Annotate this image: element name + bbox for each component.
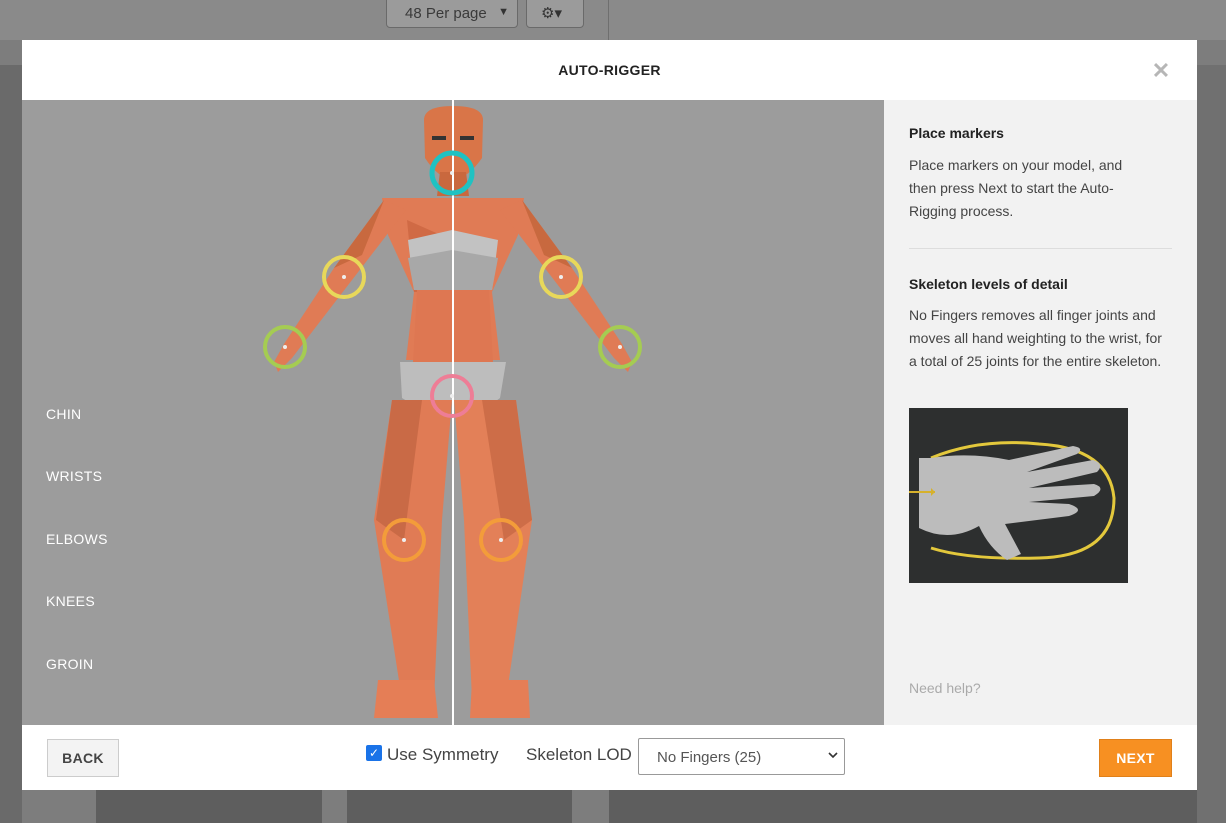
marker-overlay [263, 150, 642, 562]
modal-title: AUTO-RIGGER [558, 62, 661, 78]
knee-marker-right[interactable] [479, 518, 523, 562]
auto-rigger-modal: AUTO-RIGGER ✕ CHIN WRISTS ELBOWS KNEES G… [22, 40, 1197, 790]
use-symmetry-checkbox[interactable]: ✓ [366, 745, 382, 761]
gear-icon: ⚙▾ [541, 5, 562, 22]
marker-label-knees[interactable]: KNEES [46, 593, 95, 609]
per-page-value: 48 Per page [405, 5, 487, 22]
model-viewport[interactable]: CHIN WRISTS ELBOWS KNEES GROIN [22, 100, 884, 725]
sidebar-divider [909, 248, 1172, 249]
groin-marker[interactable] [430, 374, 474, 418]
place-markers-text: Place markers on your model, and then pr… [909, 157, 1123, 219]
knee-marker-left[interactable] [382, 518, 426, 562]
chevron-down-icon: ▼ [498, 6, 509, 18]
wrist-marker-left[interactable] [263, 325, 307, 369]
lod-heading: Skeleton levels of detail [909, 276, 1068, 292]
modal-footer: BACK ✓ Use Symmetry Skeleton LOD No Fing… [22, 725, 1197, 790]
place-markers-heading: Place markers [909, 125, 1004, 141]
marker-label-groin[interactable]: GROIN [46, 656, 93, 672]
background-toolbar: 48 Per page ▼ ⚙▾ [0, 0, 1226, 40]
skeleton-lod-label: Skeleton LOD [526, 745, 632, 764]
hand-weighting-illustration [909, 408, 1128, 583]
modal-header: AUTO-RIGGER ✕ [22, 40, 1197, 100]
chin-marker[interactable] [429, 150, 475, 196]
settings-dropdown-button[interactable]: ⚙▾ [526, 0, 584, 28]
marker-label-wrists[interactable]: WRISTS [46, 468, 102, 484]
marker-label-chin[interactable]: CHIN [46, 406, 81, 422]
next-button[interactable]: NEXT [1099, 739, 1172, 777]
toolbar-divider [608, 0, 609, 40]
elbow-marker-right[interactable] [539, 255, 583, 299]
skeleton-lod-select[interactable]: No Fingers (25) [638, 738, 845, 775]
background-grid-left [0, 65, 22, 823]
background-card [96, 790, 322, 823]
back-button[interactable]: BACK [47, 739, 119, 777]
marker-label-elbows[interactable]: ELBOWS [46, 531, 108, 547]
per-page-select[interactable]: 48 Per page ▼ [386, 0, 518, 28]
chevron-down-icon [828, 752, 838, 759]
background-card [347, 790, 572, 823]
background-card [609, 790, 1197, 823]
wrist-marker-right[interactable] [598, 325, 642, 369]
help-sidebar: Place markers Place markers on your mode… [884, 100, 1197, 725]
lod-text: No Fingers removes all finger joints and… [909, 307, 1162, 369]
need-help-link[interactable]: Need help? [909, 680, 981, 696]
close-icon[interactable]: ✕ [1149, 59, 1173, 83]
background-grid-right [1197, 65, 1226, 823]
skeleton-lod-value: No Fingers (25) [657, 749, 762, 766]
use-symmetry-label[interactable]: Use Symmetry [387, 745, 498, 765]
elbow-marker-left[interactable] [322, 255, 366, 299]
